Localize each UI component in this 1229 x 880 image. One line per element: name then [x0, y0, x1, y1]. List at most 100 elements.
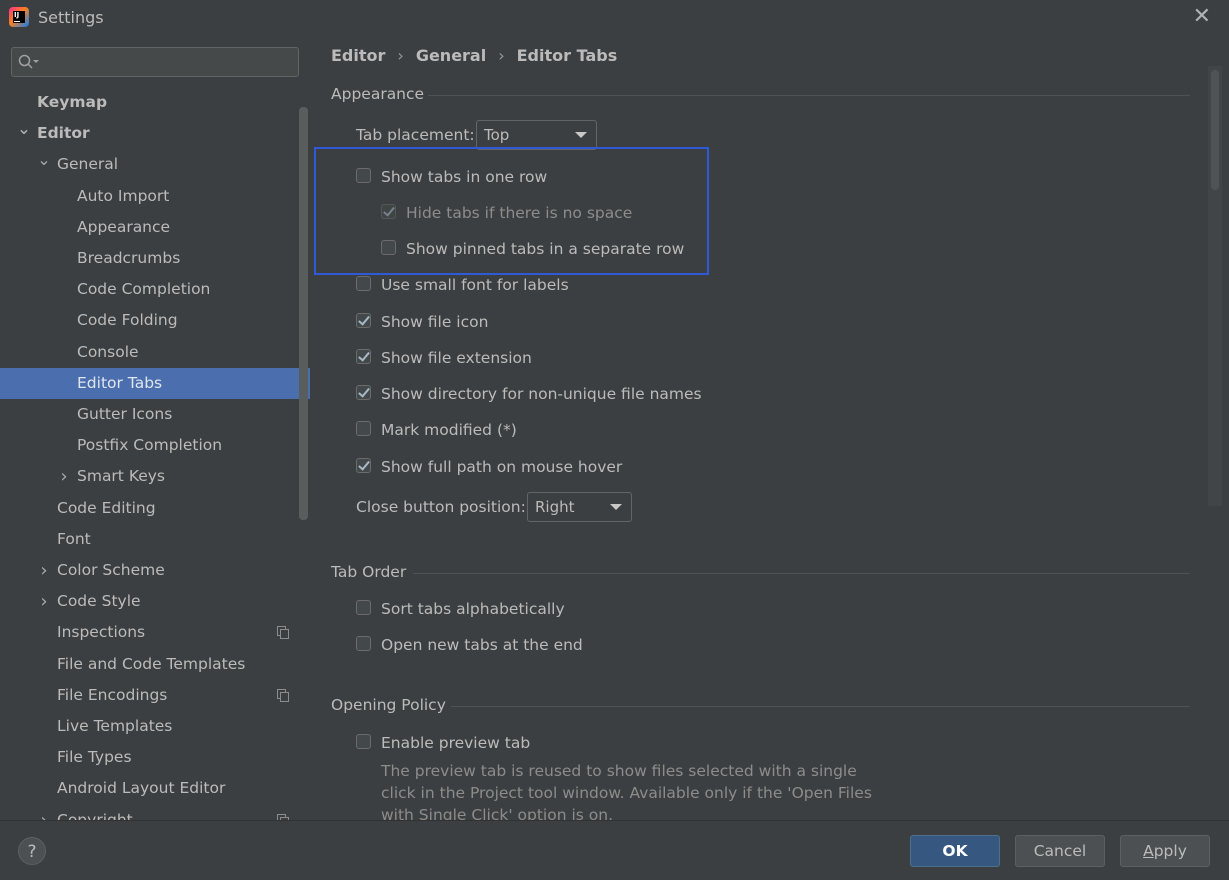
sidebar-item-label: Gutter Icons [77, 405, 173, 423]
sidebar-item-code-style[interactable]: › Code Style [0, 586, 310, 617]
sidebar-item-label: Inspections [57, 623, 146, 642]
chevron-right-icon[interactable]: › [37, 805, 51, 820]
close-button-position-select[interactable]: Right [527, 492, 632, 522]
dialog-footer: ? OK Cancel Apply [0, 820, 1229, 880]
sidebar-item-auto-import[interactable]: Auto Import [0, 181, 310, 212]
sidebar-item-file-encodings[interactable]: File Encodings [0, 680, 310, 711]
sidebar-item-label: Appearance [77, 217, 171, 236]
enable-preview-tab-checkbox[interactable] [356, 734, 371, 749]
option-label: Show file extension [381, 349, 532, 367]
intellij-logo-icon: IJ [9, 7, 29, 27]
opening-policy-section-title: Opening Policy [331, 696, 446, 714]
sidebar-item-live-templates[interactable]: Live Templates [0, 711, 310, 742]
chevron-right-icon[interactable]: › [37, 555, 51, 586]
sidebar-item-code-folding[interactable]: Code Folding [0, 305, 310, 336]
chevron-down-icon[interactable]: ⌄ [17, 113, 31, 144]
sidebar-item-code-completion[interactable]: Code Completion [0, 274, 310, 305]
option-label: Open new tabs at the end [381, 636, 583, 654]
sidebar-item-general[interactable]: ⌄ General [0, 149, 310, 180]
breadcrumb-separator: › [498, 46, 505, 65]
help-button[interactable]: ? [18, 837, 46, 865]
sidebar-item-smart-keys[interactable]: › Smart Keys [0, 461, 310, 492]
sidebar-item-font[interactable]: Font [0, 524, 310, 555]
sidebar-item-color-scheme[interactable]: › Color Scheme [0, 555, 310, 586]
section-divider [451, 706, 1190, 707]
ok-button[interactable]: OK [910, 835, 1000, 867]
breadcrumb-general[interactable]: General [416, 46, 486, 65]
sidebar-item-label: Code Folding [77, 311, 178, 330]
checkbox-checked[interactable] [356, 385, 371, 400]
option-label: Show pinned tabs in a separate row [406, 240, 685, 258]
chevron-right-icon[interactable]: › [57, 461, 71, 492]
tab-placement-select[interactable]: Top [476, 120, 597, 150]
sidebar-item-postfix-completion[interactable]: Postfix Completion [0, 430, 310, 461]
option-label: Show file icon [381, 313, 489, 331]
search-input[interactable] [11, 47, 299, 77]
sidebar-scrollbar[interactable] [299, 107, 308, 520]
apply-label: pply [1153, 842, 1187, 860]
dropdown-arrow-icon [610, 504, 622, 510]
sidebar-item-label: Postfix Completion [77, 436, 223, 455]
sidebar-item-label: Copyright [57, 810, 133, 820]
sidebar-item-android-layout-editor[interactable]: Android Layout Editor [0, 773, 310, 804]
checkbox-unchecked[interactable] [381, 240, 396, 255]
option-label: Mark modified (*) [381, 421, 517, 439]
sidebar-item-label: Live Templates [57, 717, 173, 735]
section-divider [428, 95, 1190, 96]
sidebar-item-label: Keymap [37, 93, 108, 111]
checkbox-unchecked[interactable] [356, 168, 371, 183]
checkbox-checked[interactable] [356, 349, 371, 364]
sidebar-item-inspections[interactable]: Inspections [0, 617, 310, 648]
sidebar-item-gutter-icons[interactable]: Gutter Icons [0, 399, 310, 430]
main-scrollbar[interactable] [1208, 66, 1222, 506]
chevron-down-icon[interactable]: ⌄ [37, 144, 51, 175]
sidebar-item-breadcrumbs[interactable]: Breadcrumbs [0, 243, 310, 274]
checkbox-checked[interactable] [356, 313, 371, 328]
window-title: Settings [38, 8, 104, 27]
option-label: Show directory for non-unique file names [381, 385, 702, 403]
option-label: Use small font for labels [381, 276, 569, 294]
breadcrumb-editor-tabs: Editor Tabs [516, 46, 618, 65]
sidebar-item-label: Console [77, 342, 139, 361]
option-label: Hide tabs if there is no space [406, 204, 633, 222]
settings-sidebar: Keymap ⌄ Editor ⌄ General Auto Import Appearan… [0, 36, 310, 820]
breadcrumb-editor[interactable]: Editor [331, 46, 385, 65]
copy-icon [277, 626, 289, 640]
sidebar-item-console[interactable]: Console [0, 337, 310, 368]
sidebar-item-appearance[interactable]: Appearance [0, 212, 310, 243]
copy-icon [277, 688, 289, 702]
checkbox-unchecked[interactable] [356, 600, 371, 615]
checkbox-unchecked[interactable] [356, 636, 371, 651]
close-button-position-label: Close button position: [356, 498, 526, 516]
sidebar-item-label: Editor Tabs [77, 373, 163, 392]
cancel-button[interactable]: Cancel [1015, 835, 1105, 867]
sidebar-item-label: Auto Import [77, 186, 170, 205]
sidebar-item-label: Code Editing [57, 498, 156, 517]
sidebar-item-label: Smart Keys [77, 467, 165, 486]
breadcrumb-separator: › [397, 46, 404, 65]
sidebar-item-copyright[interactable]: › Copyright [0, 805, 310, 820]
sidebar-item-label: Android Layout Editor [57, 779, 226, 798]
sidebar-item-file-and-code-templates[interactable]: File and Code Templates [0, 649, 310, 680]
sidebar-item-editor-tabs[interactable]: Editor Tabs [0, 367, 310, 399]
sidebar-item-label: Font [57, 529, 91, 548]
sidebar-item-label: File and Code Templates [57, 654, 246, 673]
checkbox-checked[interactable] [356, 458, 371, 473]
close-button-position-value: Right [535, 498, 575, 516]
apply-button[interactable]: Apply [1120, 835, 1210, 867]
sidebar-item-keymap[interactable]: Keymap [0, 87, 310, 118]
sidebar-item-file-types[interactable]: File Types [0, 742, 310, 773]
checkbox-checked [381, 204, 396, 219]
appearance-section-title: Appearance [331, 85, 425, 103]
checkbox-unchecked[interactable] [356, 421, 371, 436]
chevron-right-icon[interactable]: › [37, 586, 51, 617]
sidebar-item-label: Code Completion [77, 280, 211, 299]
checkbox-unchecked[interactable] [356, 276, 371, 291]
editor-tabs-panel: Editor › General › Editor Tabs Appearance Ta… [310, 36, 1229, 820]
sidebar-item-code-editing[interactable]: Code Editing [0, 493, 310, 524]
sidebar-item-label: Code Style [57, 592, 141, 611]
dropdown-arrow-icon [575, 132, 587, 138]
scrollbar-thumb[interactable] [1211, 70, 1219, 190]
close-icon[interactable]: ✕ [1193, 6, 1211, 28]
title-bar: IJ Settings ✕ [0, 0, 1229, 36]
